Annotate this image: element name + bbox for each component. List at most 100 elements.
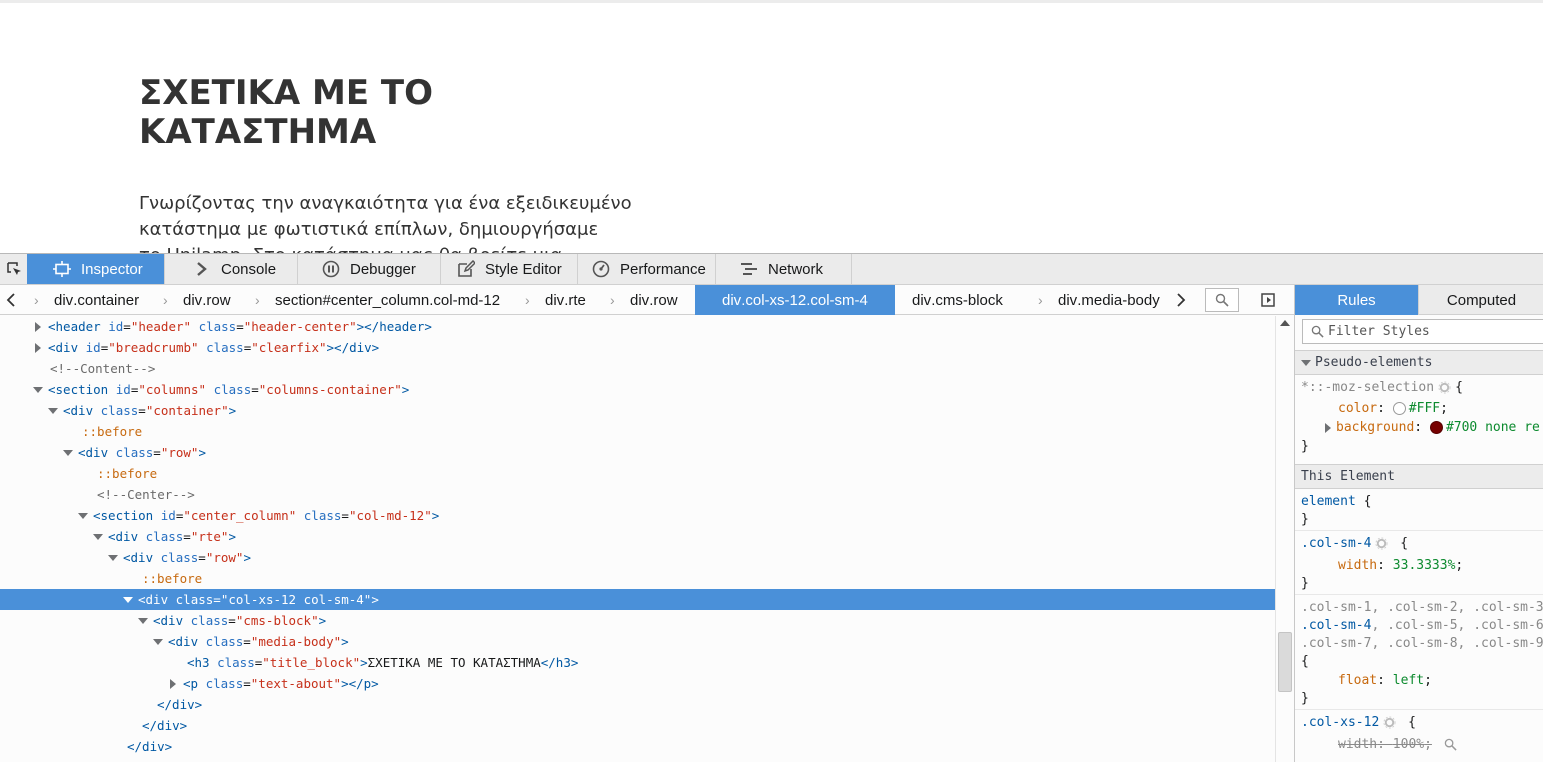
property-value: 100% (1392, 737, 1425, 752)
gear-icon[interactable] (1438, 381, 1451, 394)
collapse-arrow-icon[interactable] (108, 554, 118, 561)
gear-icon[interactable] (1375, 537, 1388, 550)
crumb-attrs: .media-body (1077, 291, 1160, 309)
color-swatch[interactable] (1392, 402, 1406, 415)
breadcrumb-item[interactable]: › div .media-body (1030, 285, 1170, 315)
markup-node[interactable]: <div class="rte"> (0, 526, 1275, 547)
markup-node[interactable]: <h3 class="title_block">ΣΧΕΤΙΚΑ ΜΕ ΤΟ ΚΑ… (0, 652, 1275, 673)
performance-icon (590, 259, 612, 279)
markup-attr-name: class (205, 676, 244, 691)
markup-node-selected[interactable]: <div class="col-xs-12 col-sm-4"> (0, 589, 1275, 610)
pseudo-elements-header[interactable]: Pseudo-elements (1295, 350, 1543, 375)
markup-space (108, 445, 116, 460)
markup-attr-value: "columns-container" (258, 382, 402, 397)
markup-open-tag: <div (168, 634, 199, 649)
expand-arrow-icon[interactable] (35, 342, 41, 353)
markup-node[interactable]: </div> (0, 715, 1275, 736)
breadcrumb-item[interactable]: › section #center_column.col-md-12 (247, 285, 517, 315)
collapse-arrow-icon[interactable] (78, 512, 88, 519)
markup-node[interactable]: <!--Center--> (0, 484, 1275, 505)
tab-rules[interactable]: Rules (1295, 285, 1418, 315)
semicolon: ; (1440, 401, 1448, 416)
markup-open-tag: <section (48, 382, 109, 397)
markup-open-tag-end: > (341, 676, 349, 691)
breadcrumb-item[interactable]: div .cms-block (895, 285, 1030, 315)
scrollbar-thumb[interactable] (1278, 632, 1292, 692)
collapse-arrow-icon[interactable] (48, 407, 58, 414)
markup-open-tag-end: > (243, 550, 251, 565)
collapse-arrow-icon[interactable] (153, 638, 163, 645)
scroll-up-arrow-icon[interactable] (1280, 320, 1290, 326)
gear-icon[interactable] (1383, 716, 1396, 729)
breadcrumb-item-selected[interactable]: div .col-xs-12.col-sm-4 (695, 285, 895, 315)
tab-inspector[interactable]: Inspector (27, 254, 165, 284)
markup-node[interactable]: ::before (0, 568, 1275, 589)
markup-node[interactable]: <section id="center_column" class="col-m… (0, 505, 1275, 526)
markup-node[interactable]: </div> (0, 736, 1275, 757)
tab-network[interactable]: Network (716, 254, 852, 284)
element-picker-button[interactable] (0, 254, 27, 284)
markup-space (153, 508, 161, 523)
markup-close-tag: </p> (348, 676, 379, 691)
filter-styles-input[interactable]: Filter Styles (1302, 319, 1543, 344)
markup-node[interactable]: <header id="header" class="header-center… (0, 316, 1275, 337)
declaration[interactable]: float: left; (1338, 672, 1432, 690)
tab-performance[interactable]: Performance (578, 254, 716, 284)
collapse-arrow-icon[interactable] (93, 533, 103, 540)
declaration[interactable]: background: #700 none re (1325, 419, 1540, 437)
expand-arrow-icon[interactable] (1325, 422, 1331, 433)
tab-debugger[interactable]: Debugger (298, 254, 441, 284)
breadcrumb-item[interactable]: › div .container (22, 285, 155, 315)
breadcrumb-item[interactable]: › div .row (602, 285, 695, 315)
markup-node[interactable]: <div class="container"> (0, 400, 1275, 421)
rule-open-brace: { (1355, 494, 1372, 509)
expand-arrow-icon[interactable] (170, 678, 176, 689)
markup-node[interactable]: <!--Content--> (0, 358, 1275, 379)
markup-open-tag-end: > (198, 445, 206, 460)
collapse-arrow-icon[interactable] (63, 449, 73, 456)
colon: : (1377, 673, 1393, 688)
markup-node[interactable]: <div class="row"> (0, 547, 1275, 568)
markup-node[interactable]: <div class="cms-block"> (0, 610, 1275, 631)
markup-node[interactable]: <div class="row"> (0, 442, 1275, 463)
markup-attr-value: "header" (130, 319, 192, 334)
collapse-arrow-icon[interactable] (123, 596, 133, 603)
markup-node[interactable]: ::before (0, 463, 1275, 484)
section-label: Pseudo-elements (1315, 355, 1433, 370)
breadcrumb-scroll-left[interactable] (0, 285, 22, 315)
markup-node[interactable]: </div> (0, 694, 1275, 715)
breadcrumb-scroll-right[interactable] (1170, 285, 1192, 315)
markup-node[interactable]: <p class="text-about"></p> (0, 673, 1275, 694)
crumb-tag: div (722, 291, 742, 309)
markup-equals: = (153, 445, 161, 460)
declaration[interactable]: color: #FFF; (1338, 400, 1448, 418)
markup-open-tag: <div (138, 592, 169, 607)
color-swatch[interactable] (1429, 421, 1443, 434)
declaration[interactable]: width: 33.3333%; (1338, 557, 1463, 575)
markup-node[interactable]: <section id="columns" class="columns-con… (0, 379, 1275, 400)
toggle-sidebar-button[interactable] (1258, 289, 1278, 311)
style-editor-icon (455, 259, 477, 279)
markup-tree[interactable]: <header id="header" class="header-center… (0, 316, 1275, 762)
markup-open-tag-end: > (341, 634, 349, 649)
markup-scrollbar[interactable] (1275, 316, 1294, 762)
tab-style-editor[interactable]: Style Editor (441, 254, 578, 284)
markup-node[interactable]: ::before (0, 421, 1275, 442)
declaration-overridden[interactable]: width: 100%; (1338, 736, 1461, 754)
markup-search-button[interactable] (1205, 288, 1239, 312)
about-paragraph-line: Γνωρίζοντας την αναγκαιότητα για ένα εξε… (139, 193, 632, 214)
tab-computed[interactable]: Computed (1418, 285, 1543, 315)
tab-console[interactable]: Console (165, 254, 298, 284)
markup-node[interactable]: <div id="breadcrumb" class="clearfix"></… (0, 337, 1275, 358)
rule-divider (1295, 594, 1543, 595)
breadcrumb-separator-icon: › (525, 292, 530, 308)
breadcrumb-item[interactable]: › div .row (155, 285, 247, 315)
markup-node[interactable]: <div class="media-body"> (0, 631, 1275, 652)
collapse-arrow-icon[interactable] (138, 617, 148, 624)
breadcrumb-items: › div .container › div .row › section #center_… (22, 285, 1170, 315)
breadcrumb-item[interactable]: › div .rte (517, 285, 602, 315)
collapse-arrow-icon[interactable] (33, 386, 43, 393)
rule-open-brace: { (1400, 715, 1416, 730)
expand-arrow-icon[interactable] (35, 321, 41, 332)
search-icon[interactable] (1444, 738, 1457, 751)
